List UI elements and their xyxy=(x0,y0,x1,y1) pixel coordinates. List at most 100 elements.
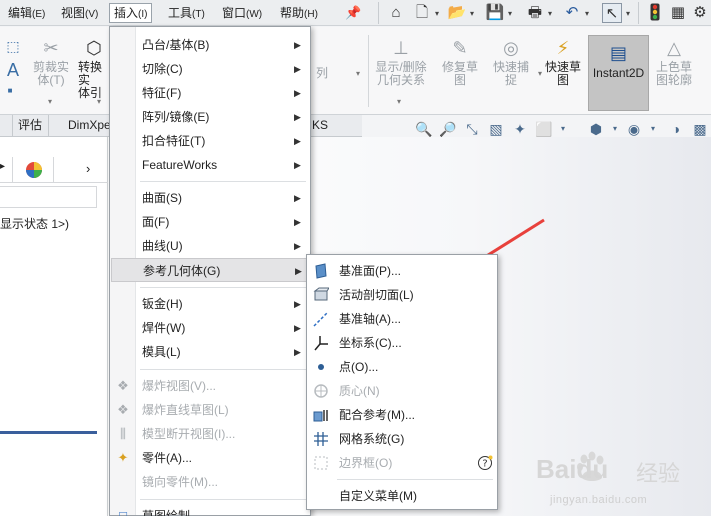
print-icon[interactable]: 🖶 xyxy=(525,3,545,23)
menu-item-weldments[interactable]: 焊件(W) ▶ xyxy=(110,316,310,340)
linear-pattern-button[interactable]: 列 xyxy=(313,67,331,80)
previous-view-icon[interactable]: ⤡ xyxy=(462,119,482,139)
hide-show-items-icon[interactable]: ◉ xyxy=(624,119,644,139)
menu-item-sheet-metal[interactable]: 钣金(H) ▶ xyxy=(110,292,310,316)
submenu-arrow-icon: ▶ xyxy=(294,160,301,170)
cut-solid-button[interactable]: ✂ 剪裁实 体(T) xyxy=(28,37,74,87)
menu-item-featureworks[interactable]: FeatureWorks ▶ xyxy=(110,153,310,177)
menu-item-grid-system[interactable]: 网格系统(G) xyxy=(307,427,497,451)
menu-tools[interactable]: 工具(T) xyxy=(164,3,209,23)
menu-item-reference-geometry[interactable]: 参考几何体(G) ▶ xyxy=(111,258,309,282)
sketch-tool-icon[interactable]: ⬚ A ■ xyxy=(2,35,19,97)
menu-item-plane[interactable]: 基准面(P)... xyxy=(307,259,497,283)
zoom-to-area-icon[interactable]: 🔎 xyxy=(438,119,458,139)
menu-window[interactable]: 窗口(W) xyxy=(218,3,266,23)
menu-item-center-of-mass[interactable]: 质心(N) xyxy=(307,379,497,403)
menu-tools-key: (T) xyxy=(192,9,205,20)
apply-scene-icon[interactable]: ▩ xyxy=(690,119,710,139)
open-folder-icon[interactable]: 📂 xyxy=(447,3,467,23)
menu-item-label: 切除(C) xyxy=(142,62,183,76)
new-dropdown-icon[interactable]: ▾ xyxy=(435,9,439,18)
view-orientation-dropdown-icon[interactable]: ▾ xyxy=(553,119,573,139)
menu-item-sketch[interactable]: □ 草图绘制 xyxy=(110,504,310,516)
quick-snap-button[interactable]: ◎ 快速捕 捉 xyxy=(489,37,533,87)
rebuild-icon[interactable]: ▦ xyxy=(668,3,688,23)
save-icon[interactable]: 💾 xyxy=(485,3,505,23)
zoom-to-fit-icon[interactable]: 🔍 xyxy=(414,119,434,139)
menu-item-model-break-view[interactable]: ⫼ 模型断开视图(I)... xyxy=(110,422,310,446)
menu-item-mirror-part[interactable]: 镜向零件(M)... xyxy=(110,470,310,494)
menu-item-label: 配合参考(M)... xyxy=(339,408,415,422)
submenu-arrow-icon: ▶ xyxy=(294,241,301,251)
section-view-icon[interactable]: ▧ xyxy=(486,119,506,139)
quick-sketch-button[interactable]: ⚡ 快速草 图 xyxy=(540,37,586,87)
relations-dropdown-icon[interactable]: ▾ xyxy=(397,97,401,106)
menu-insert-label: 插入 xyxy=(114,6,139,20)
menu-item-curve[interactable]: 曲线(U) ▶ xyxy=(110,234,310,258)
display-style-icon[interactable]: ⬢ xyxy=(586,119,606,139)
submenu-arrow-icon: ▶ xyxy=(294,299,301,309)
new-document-icon[interactable]: 🗋 xyxy=(412,3,432,23)
print-dropdown-icon[interactable]: ▾ xyxy=(548,9,552,18)
menu-item-molds[interactable]: 模具(L) ▶ xyxy=(110,340,310,364)
menu-item-pattern-mirror[interactable]: 阵列/镜像(E) ▶ xyxy=(110,105,310,129)
menu-item-exploded-view[interactable]: ❖ 爆炸视图(V)... xyxy=(110,374,310,398)
menu-item-coordinate-system[interactable]: 坐标系(C)... xyxy=(307,331,497,355)
options-gear-icon[interactable]: ⚙ xyxy=(690,3,710,23)
open-dropdown-icon[interactable]: ▾ xyxy=(470,9,474,18)
dynamic-annotation-icon[interactable]: ✦ xyxy=(510,119,530,139)
home-icon[interactable]: ⌂ xyxy=(386,3,406,23)
submenu-arrow-icon: ▶ xyxy=(294,64,301,74)
menu-item-axis[interactable]: 基准轴(A)... xyxy=(307,307,497,331)
menu-item-fastening-feature[interactable]: 扣合特征(T) ▶ xyxy=(110,129,310,153)
menu-item-face[interactable]: 面(F) ▶ xyxy=(110,210,310,234)
chevron-right-icon[interactable]: › xyxy=(86,161,90,176)
edit-appearance-icon[interactable]: ◑ xyxy=(666,119,686,139)
help-question-icon[interactable]: ? xyxy=(477,455,493,471)
panel-splitter[interactable] xyxy=(0,431,97,434)
undo-icon[interactable]: ↶ xyxy=(562,3,582,23)
menu-item-live-section-plane[interactable]: 活动剖切面(L) xyxy=(307,283,497,307)
menu-help-key: (H) xyxy=(304,9,318,20)
menu-insert[interactable]: 插入(I) xyxy=(109,3,153,23)
menu-item-surface[interactable]: 曲面(S) ▶ xyxy=(110,186,310,210)
menu-item-label: 活动剖切面(L) xyxy=(339,288,414,302)
repair-sketch-button[interactable]: ✎ 修复草 图 xyxy=(438,37,482,87)
menu-item-bounding-box[interactable]: 边界框(O) ? xyxy=(307,451,497,475)
quick-sketch-icon: ⚡ xyxy=(556,38,570,58)
undo-dropdown-icon[interactable]: ▾ xyxy=(585,9,589,18)
menu-item-boss-base[interactable]: 凸台/基体(B) ▶ xyxy=(110,33,310,57)
menu-item-point[interactable]: 点(O)... xyxy=(307,355,497,379)
hide-show-dropdown-icon[interactable]: ▾ xyxy=(643,119,663,139)
menu-edit[interactable]: 编辑(E) xyxy=(4,3,49,23)
tab-mbd[interactable]: KS MBD xyxy=(306,115,362,152)
instant2d-label: Instant2D xyxy=(592,66,645,80)
save-dropdown-icon[interactable]: ▾ xyxy=(508,9,512,18)
menu-item-explode-line-sketch[interactable]: ❖ 爆炸直线草图(L) xyxy=(110,398,310,422)
shaded-sketch-button[interactable]: △ 上色草 图轮廓 xyxy=(652,37,696,87)
menu-help[interactable]: 帮助(H) xyxy=(276,3,322,23)
menu-view[interactable]: 视图(V) xyxy=(57,3,102,23)
view-orientation-icon[interactable]: ⬜ xyxy=(534,119,554,139)
instant2d-button[interactable]: ▤ Instant2D xyxy=(588,35,649,111)
tab-dropdown-icon[interactable]: ▸ xyxy=(0,161,5,172)
menu-item-features[interactable]: 特征(F) ▶ xyxy=(110,81,310,105)
traffic-light-icon[interactable] xyxy=(645,3,665,23)
menu-item-mate-reference[interactable]: 配合参考(M)... xyxy=(307,403,497,427)
display-style-dropdown-icon[interactable]: ▾ xyxy=(605,119,625,139)
filter-box[interactable] xyxy=(0,186,97,208)
select-dropdown-icon[interactable]: ▾ xyxy=(626,9,630,18)
tab-evaluate[interactable]: 评估 xyxy=(12,115,50,137)
pin-icon[interactable]: 📌 xyxy=(345,5,361,21)
cut-solid-dropdown-icon[interactable]: ▾ xyxy=(48,97,52,106)
menu-item-customize-menu[interactable]: 自定义菜单(M) xyxy=(307,484,497,508)
convert-dropdown-icon[interactable]: ▾ xyxy=(97,97,101,106)
menu-item-cut[interactable]: 切除(C) ▶ xyxy=(110,57,310,81)
menu-item-part[interactable]: ✦ 零件(A)... xyxy=(110,446,310,470)
menu-item-label: 爆炸视图(V)... xyxy=(142,379,216,393)
pattern-dropdown-icon[interactable]: ▾ xyxy=(356,69,360,78)
appearance-tab[interactable] xyxy=(12,157,54,183)
show-relations-button[interactable]: ⊥ 显示/删除 几何关系 xyxy=(371,37,431,87)
convert-entities-button[interactable]: ⬡ 转换实 体引 xyxy=(78,37,110,100)
select-cursor-icon[interactable]: ↖ xyxy=(602,3,622,23)
